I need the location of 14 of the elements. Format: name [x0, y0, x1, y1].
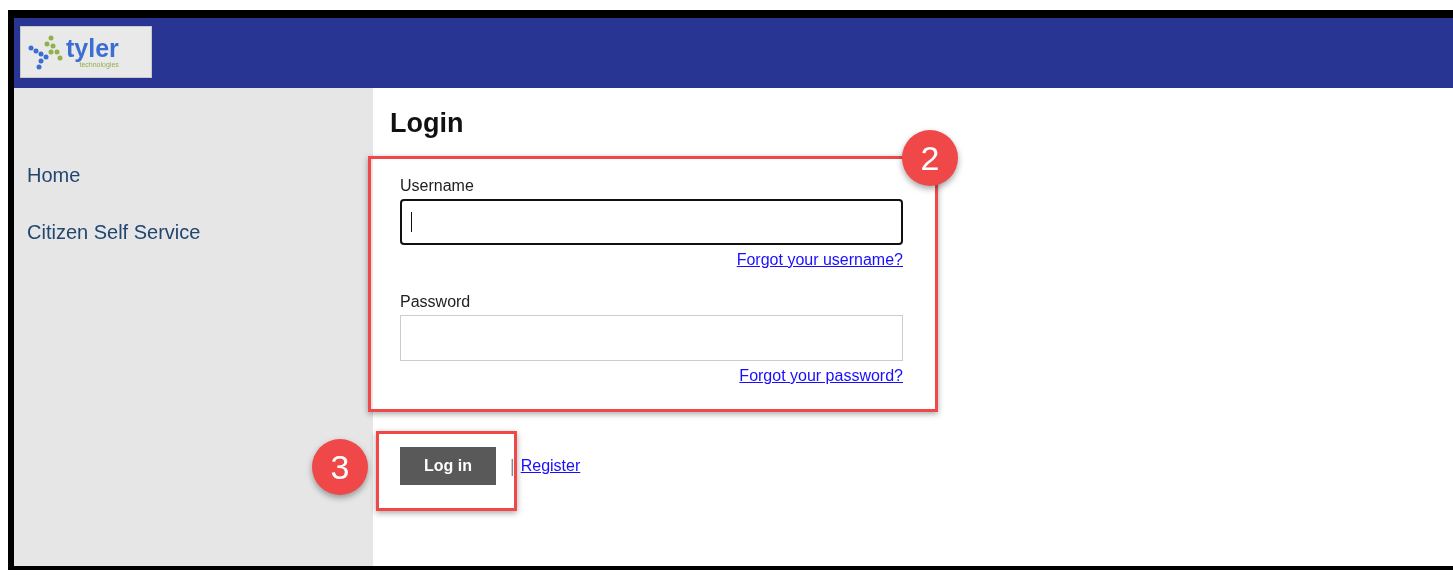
nav-link[interactable]: Citizen Self Service — [27, 221, 201, 244]
register-link[interactable]: Register — [520, 457, 581, 475]
page-title: Login — [390, 108, 464, 139]
forgot-link[interactable]: Forgot your password? — [739, 367, 903, 385]
input-field[interactable] — [400, 199, 903, 245]
forgot-link[interactable]: Forgot your username? — [736, 251, 903, 269]
nav-link[interactable]: Home — [27, 164, 81, 187]
step-badge: 2 — [902, 130, 958, 186]
login-button[interactable]: Log in — [400, 447, 496, 485]
logo-name: tyler — [66, 36, 119, 61]
separator: | — [510, 455, 515, 477]
dots-icon — [27, 34, 63, 70]
field-label: Username — [400, 177, 474, 195]
field-label: Password — [400, 293, 471, 311]
